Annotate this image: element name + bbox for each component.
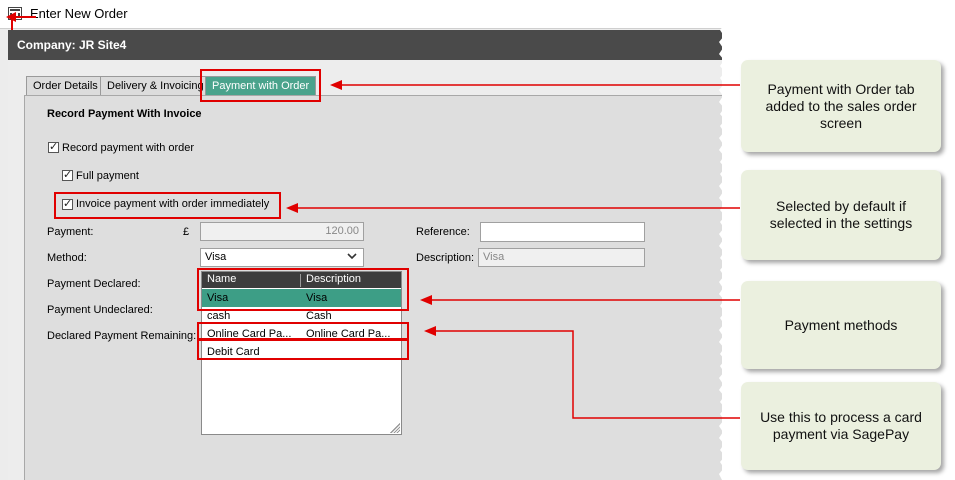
- arrow-sagepay: [436, 330, 740, 419]
- callout-sagepay: Use this to process a card payment via S…: [741, 382, 941, 470]
- callout-default-selected: Selected by default if selected in the s…: [741, 170, 941, 260]
- callout-payment-tab: Payment with Order tab added to the sale…: [741, 60, 941, 152]
- callout-payment-methods: Payment methods: [741, 281, 941, 369]
